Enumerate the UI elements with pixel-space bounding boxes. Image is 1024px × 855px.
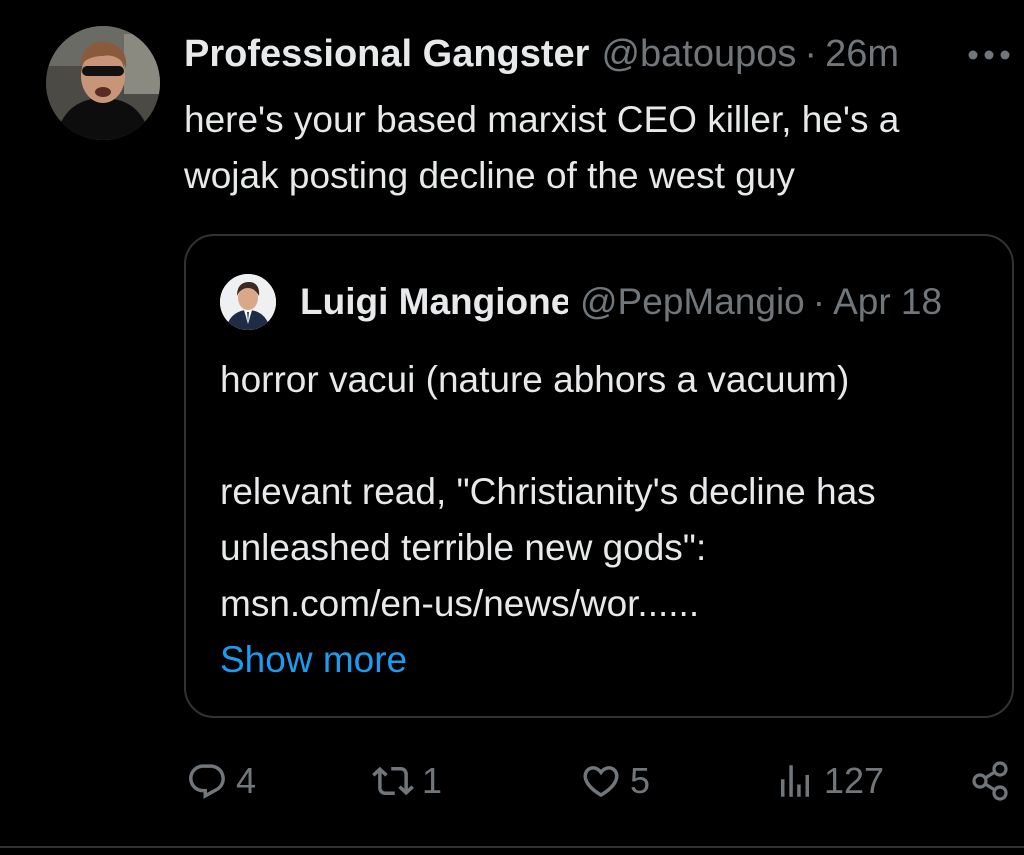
author-handle[interactable]: @batoupos	[601, 33, 796, 76]
like-count: 5	[630, 760, 651, 801]
views-icon	[781, 765, 809, 797]
views-count: 127	[824, 760, 885, 801]
reply-icon	[189, 764, 225, 799]
heart-icon	[583, 766, 619, 798]
quoted-header-separator: ·	[812, 281, 826, 322]
tweet-header: Professional Gangster @batoupos · 26m	[184, 30, 1014, 78]
quoted-text-line: relevant read, "Christianity's decline h…	[220, 471, 876, 512]
quoted-text-line: horror vacui (nature abhors a vacuum)	[220, 359, 850, 400]
author-name[interactable]: Professional Gangster	[184, 33, 589, 76]
tweet-text: here's your based marxist CEO killer, he…	[184, 99, 900, 196]
quoted-text-line: unleashed terrible new gods":	[220, 527, 707, 568]
like-button[interactable]: 5	[580, 752, 650, 810]
quoted-tweet[interactable]: Luigi Mangione @PepMangio · Apr 18 horro…	[184, 234, 1014, 718]
quoted-tweet-text: horror vacui (nature abhors a vacuum) re…	[220, 352, 1000, 688]
avatar-photo	[46, 26, 160, 140]
reply-button[interactable]: 4	[186, 752, 256, 810]
tweet-actions: 4 1 5 127	[184, 752, 1024, 810]
views-button[interactable]: 127	[774, 752, 884, 810]
share-button[interactable]	[968, 752, 1012, 810]
quoted-author-handle[interactable]: @PepMangio	[580, 281, 805, 323]
show-more-link[interactable]: Show more	[220, 632, 1000, 688]
quoted-text-line: msn.com/en-us/news/wor......	[220, 583, 700, 624]
tweet-timestamp[interactable]: 26m	[825, 33, 899, 76]
repost-button[interactable]: 1	[372, 752, 442, 810]
tweet[interactable]: Professional Gangster @batoupos · 26m he…	[0, 0, 1024, 855]
quoted-author-name[interactable]: Luigi Mangione	[300, 281, 568, 323]
quoted-tweet-header: Luigi Mangione @PepMangio · Apr 18	[300, 278, 990, 326]
bottom-divider	[0, 846, 1024, 848]
header-separator: ·	[804, 32, 818, 75]
repost-icon	[372, 766, 414, 796]
quoted-avatar-photo	[220, 274, 276, 330]
more-options-button[interactable]	[964, 38, 1014, 72]
quoted-tweet-timestamp[interactable]: Apr 18	[833, 281, 942, 323]
repost-count: 1	[422, 760, 443, 801]
author-avatar[interactable]	[46, 26, 160, 140]
share-icon	[972, 761, 1008, 801]
more-horizontal-icon	[968, 50, 1010, 60]
quoted-text-line	[220, 408, 1000, 464]
reply-count: 4	[236, 760, 257, 801]
quoted-author-avatar[interactable]	[220, 274, 276, 330]
